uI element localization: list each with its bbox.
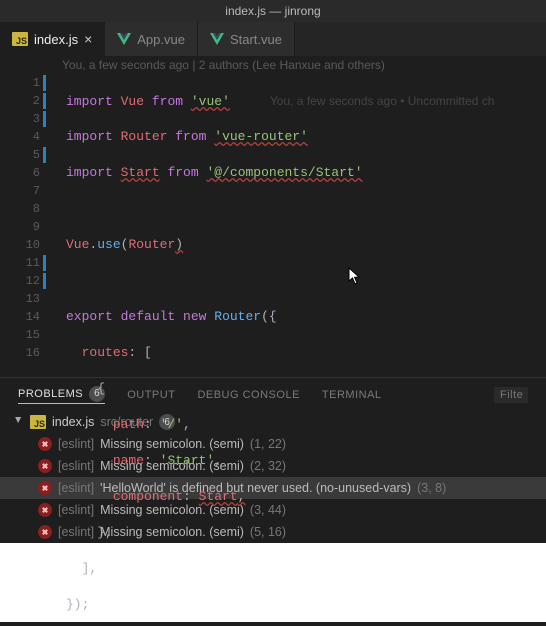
tab-label: Start.vue [230,32,282,47]
line-number: 13 [0,290,40,308]
line-number: 16 [0,344,40,362]
error-icon [38,459,52,473]
vue-icon [210,33,224,45]
line-number: 14 [0,308,40,326]
chevron-down-icon: ▸ [12,417,26,427]
tab-label: index.js [34,32,78,47]
line-number: 4 [0,128,40,146]
error-icon [38,437,52,451]
line-number: 12 [0,272,40,290]
editor-pane[interactable]: 1 2 3 4 5 6 7 8 9 10 11 12 13 14 15 16 i… [0,74,546,377]
js-icon: JS [30,415,46,429]
tab-label: App.vue [137,32,185,47]
error-icon [38,525,52,539]
filter-input[interactable]: Filte [494,387,528,403]
blame-header: You, a few seconds ago | 2 authors (Lee … [0,56,546,74]
js-icon: JS [12,32,28,46]
line-number: 2 [0,92,40,110]
line-number: 9 [0,218,40,236]
tab-app-vue[interactable]: App.vue [105,22,198,56]
close-icon[interactable]: × [84,31,92,47]
editor-tabs: JS index.js × App.vue Start.vue [0,22,546,56]
line-gutter: 1 2 3 4 5 6 7 8 9 10 11 12 13 14 15 16 [0,74,48,377]
line-number: 11 [0,254,40,272]
tab-start-vue[interactable]: Start.vue [198,22,295,56]
line-number: 5 [0,146,40,164]
tab-index-js[interactable]: JS index.js × [0,22,105,56]
line-number: 7 [0,182,40,200]
line-number: 15 [0,326,40,344]
code-area[interactable]: import Vue from 'vue'You, a few seconds … [48,74,494,377]
line-number: 3 [0,110,40,128]
error-icon [38,481,52,495]
vue-icon [117,33,131,45]
line-number: 1 [0,74,40,92]
line-number: 10 [0,236,40,254]
line-number: 8 [0,200,40,218]
inline-blame: You, a few seconds ago • Uncommitted ch [230,94,495,108]
window-title: index.js — jinrong [225,4,320,18]
line-number: 6 [0,164,40,182]
error-icon [38,503,52,517]
window-titlebar: index.js — jinrong [0,0,546,22]
